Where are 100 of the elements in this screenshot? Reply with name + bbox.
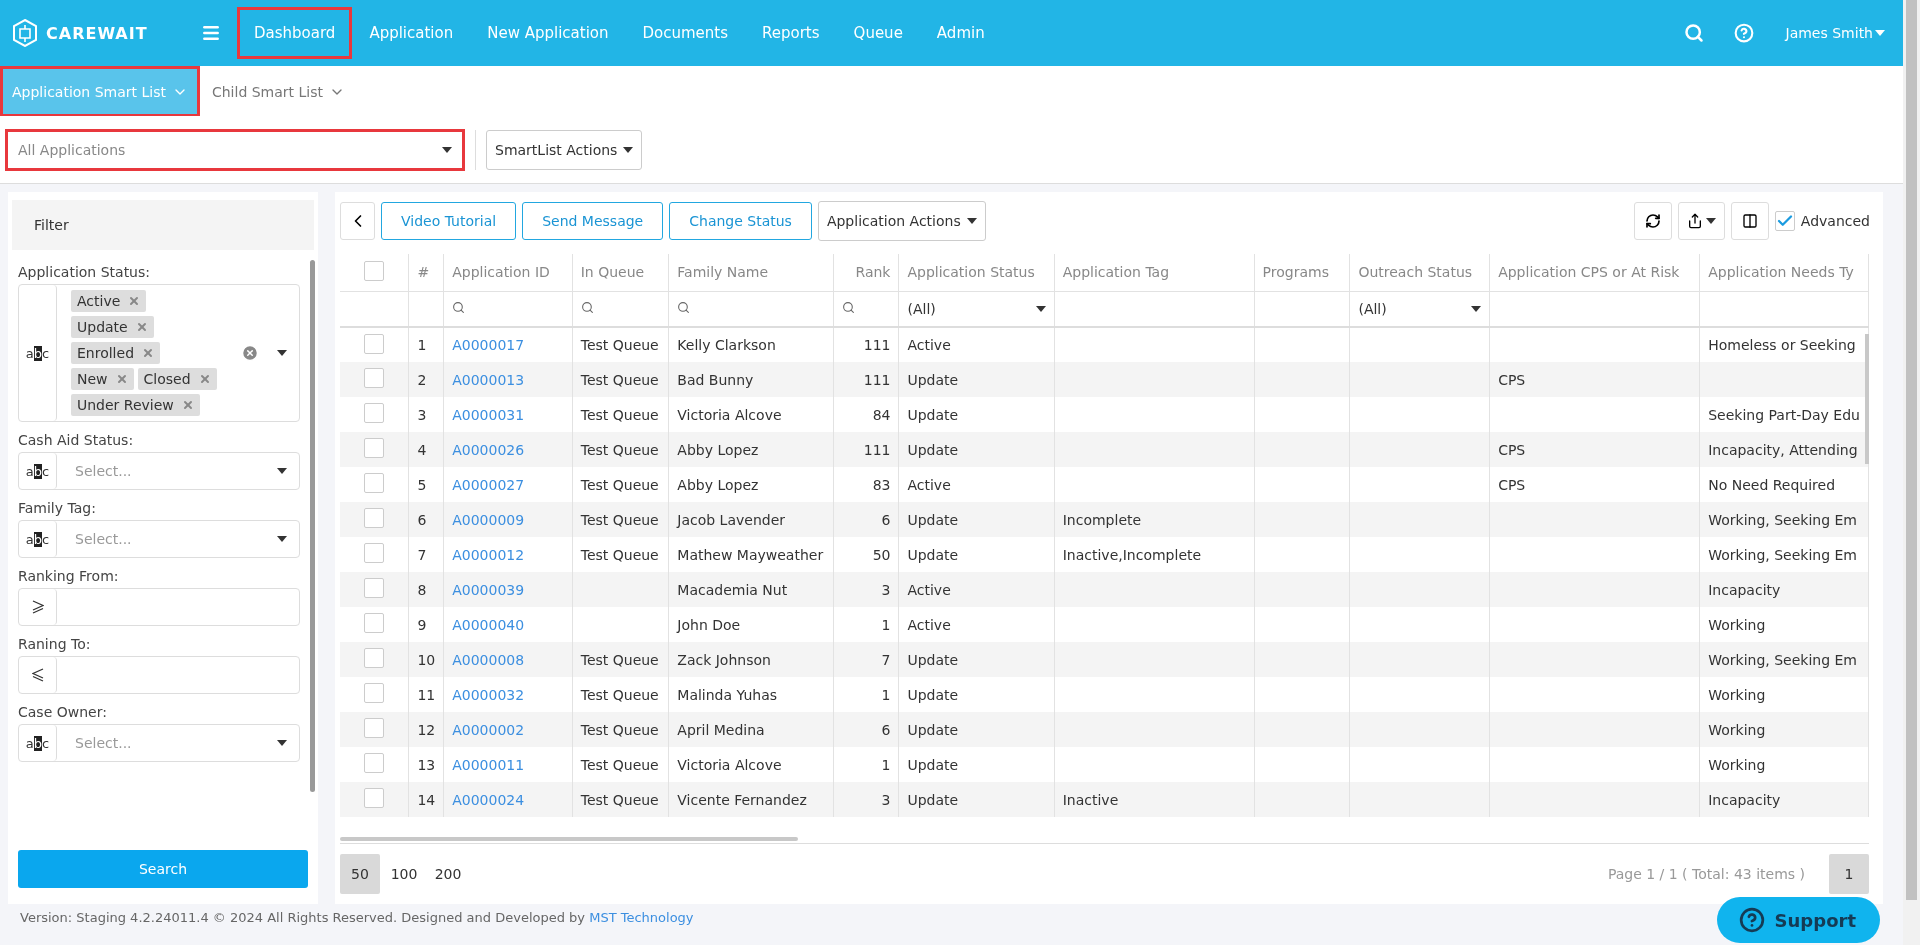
toolbar-button[interactable]: Video Tutorial (381, 202, 517, 240)
record-id-link[interactable]: A0000031 (452, 406, 525, 423)
nav-link[interactable]: Reports (745, 7, 837, 59)
row-checkbox[interactable] (364, 578, 385, 598)
status-tag[interactable]: New (71, 368, 134, 390)
column-header[interactable]: Outreach Status (1349, 254, 1490, 291)
nav-link[interactable]: Admin (919, 7, 1002, 59)
smart-list-tab[interactable]: Application Smart List (0, 66, 200, 117)
row-checkbox[interactable] (364, 788, 385, 808)
page-size-button[interactable]: 200 (428, 854, 468, 894)
remove-icon[interactable] (142, 347, 154, 359)
search-icon[interactable] (677, 300, 691, 314)
footer-link[interactable]: MST Technology (589, 910, 694, 925)
record-id-link[interactable]: A0000012 (452, 546, 525, 563)
nav-link[interactable]: Application (352, 7, 471, 59)
page-size-button[interactable]: 50 (340, 854, 380, 894)
advanced-checkbox[interactable] (1774, 211, 1795, 231)
column-header[interactable]: Application Status (898, 254, 1055, 291)
record-id-link[interactable]: A0000026 (452, 441, 525, 458)
less-equal-icon (31, 668, 44, 682)
record-id-link[interactable]: A0000017 (452, 337, 525, 353)
select-all-checkbox[interactable] (364, 260, 385, 281)
status-tag[interactable]: Enrolled (71, 342, 160, 364)
row-checkbox[interactable] (364, 613, 385, 633)
status-tag[interactable]: Closed (137, 368, 217, 390)
remove-icon[interactable] (128, 295, 141, 307)
search-icon[interactable] (452, 300, 466, 314)
row-checkbox[interactable] (364, 683, 385, 703)
clear-icon[interactable] (241, 344, 259, 362)
scrollbar[interactable] (310, 260, 315, 792)
nav-link[interactable]: Dashboard (237, 7, 353, 59)
column-header[interactable]: Family Name (668, 254, 834, 291)
column-filter-dropdown[interactable]: (All) (1358, 300, 1482, 317)
record-id-link[interactable]: A0000032 (452, 686, 525, 703)
table-cell: No Need Required (1708, 476, 1836, 493)
filter-header: Filter (12, 200, 314, 250)
row-checkbox[interactable] (364, 333, 385, 354)
row-checkbox[interactable] (364, 368, 385, 388)
toolbar-button[interactable]: Change Status (669, 202, 812, 240)
application-actions-dropdown[interactable]: Application Actions (817, 201, 986, 241)
row-checkbox[interactable] (364, 648, 385, 668)
record-id-link[interactable]: A0000040 (452, 616, 525, 633)
nav-link[interactable]: New Application (470, 7, 626, 59)
record-id-link[interactable]: A0000011 (452, 756, 525, 773)
search-icon[interactable] (580, 300, 594, 314)
status-tag[interactable]: Update (71, 316, 154, 338)
help-icon (1738, 907, 1765, 933)
row-checkbox[interactable] (364, 508, 385, 528)
column-header[interactable]: Application Tag (1054, 254, 1255, 291)
search-icon[interactable] (841, 300, 855, 314)
list-dropdown[interactable]: All Applications (5, 128, 465, 171)
record-id-link[interactable]: A0000024 (452, 791, 525, 808)
nav-link[interactable]: Documents (625, 7, 746, 59)
search-button[interactable]: Search (18, 850, 308, 888)
nav-link[interactable]: Queue (836, 7, 920, 59)
scrollbar[interactable] (340, 837, 798, 841)
scrollbar[interactable] (1865, 334, 1869, 464)
record-id-link[interactable]: A0000009 (452, 511, 525, 528)
remove-icon[interactable] (135, 321, 148, 333)
support-button[interactable]: Support (1716, 897, 1880, 943)
column-header[interactable]: Rank (833, 254, 899, 291)
user-menu[interactable]: James Smith (1779, 24, 1891, 42)
row-checkbox[interactable] (364, 438, 385, 458)
table-cell: 6 (881, 511, 891, 528)
record-id-link[interactable]: A0000008 (452, 651, 525, 668)
status-tag[interactable]: Active (71, 290, 147, 312)
status-tag[interactable]: Under Review (71, 394, 200, 416)
row-checkbox[interactable] (364, 753, 385, 773)
table-cell: April Medina (677, 721, 765, 738)
column-header[interactable]: Application CPS or At Risk (1489, 254, 1700, 291)
record-id-link[interactable]: A0000039 (452, 581, 525, 598)
column-header[interactable]: Programs (1254, 254, 1350, 291)
input-field[interactable] (18, 656, 300, 694)
row-checkbox[interactable] (364, 543, 385, 563)
remove-icon[interactable] (198, 373, 211, 385)
remove-icon[interactable] (115, 373, 128, 385)
row-checkbox[interactable] (364, 718, 385, 738)
column-header[interactable]: In Queue (572, 254, 669, 291)
record-id-link[interactable]: A0000027 (452, 476, 525, 493)
columns-button[interactable] (1730, 202, 1769, 240)
smartlist-actions-dropdown[interactable]: SmartList Actions (486, 129, 643, 170)
column-header[interactable]: Application ID (443, 254, 573, 291)
column-header[interactable]: Application Needs Ty (1699, 254, 1869, 291)
input-field[interactable] (18, 588, 300, 626)
table-cell: 3 (881, 791, 891, 808)
record-id-link[interactable]: A0000002 (452, 721, 525, 738)
page-size-button[interactable]: 100 (384, 854, 424, 894)
refresh-icon (1644, 213, 1661, 229)
row-checkbox[interactable] (364, 473, 385, 493)
page-button[interactable]: 1 (1829, 854, 1869, 894)
back-button[interactable] (340, 202, 375, 240)
refresh-button[interactable] (1633, 202, 1672, 240)
column-header[interactable]: # (408, 254, 444, 291)
export-button[interactable] (1677, 202, 1725, 240)
column-filter-dropdown[interactable]: (All) (907, 300, 1046, 317)
remove-icon[interactable] (181, 399, 194, 411)
record-id-link[interactable]: A0000013 (452, 371, 525, 388)
toolbar-button[interactable]: Send Message (522, 202, 664, 240)
scrollbar[interactable] (1906, 0, 1917, 900)
row-checkbox[interactable] (364, 403, 385, 423)
